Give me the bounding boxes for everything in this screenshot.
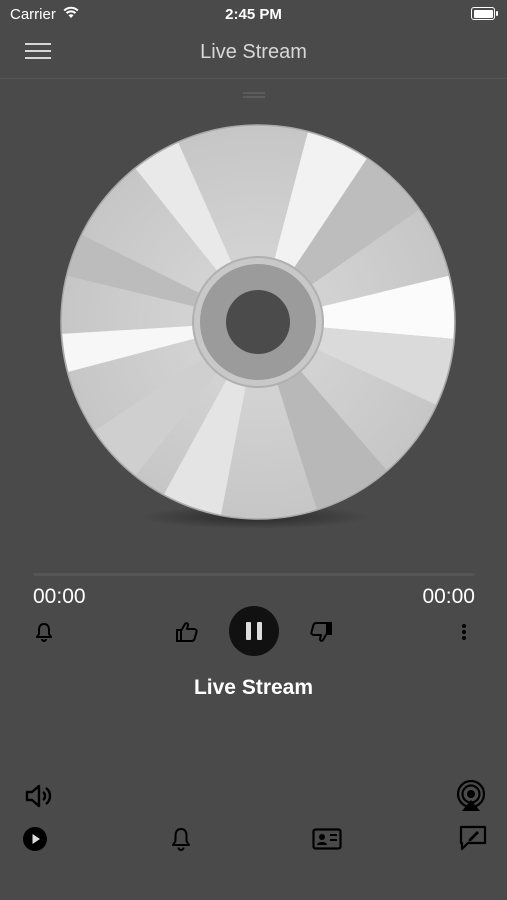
nav-bar: Live Stream bbox=[0, 28, 507, 79]
playback-progress-bar[interactable] bbox=[33, 573, 475, 576]
volume-icon[interactable] bbox=[22, 781, 56, 811]
thumbs-up-icon[interactable] bbox=[173, 618, 201, 646]
elapsed-time: 00:00 bbox=[33, 585, 86, 608]
more-vertical-icon[interactable] bbox=[452, 620, 476, 644]
pause-button[interactable] bbox=[229, 606, 279, 656]
airplay-icon[interactable] bbox=[453, 779, 489, 813]
duration-time: 00:00 bbox=[422, 585, 475, 608]
thumbs-down-icon[interactable] bbox=[307, 618, 335, 646]
chat-edit-icon[interactable] bbox=[458, 824, 488, 852]
contact-card-icon[interactable] bbox=[311, 826, 343, 852]
status-bar: Carrier 2:45 PM bbox=[0, 0, 507, 28]
clock: 2:45 PM bbox=[225, 6, 282, 23]
cd-disc-artwork bbox=[60, 124, 456, 520]
play-circle-icon[interactable] bbox=[22, 826, 48, 852]
pause-icon bbox=[243, 622, 265, 640]
bell-icon[interactable] bbox=[32, 620, 56, 644]
track-title: Live Stream bbox=[193, 676, 314, 699]
bell-icon[interactable] bbox=[168, 826, 194, 852]
battery-icon bbox=[471, 7, 498, 20]
page-title: Live Stream bbox=[200, 41, 307, 63]
drag-handle[interactable] bbox=[243, 90, 265, 100]
